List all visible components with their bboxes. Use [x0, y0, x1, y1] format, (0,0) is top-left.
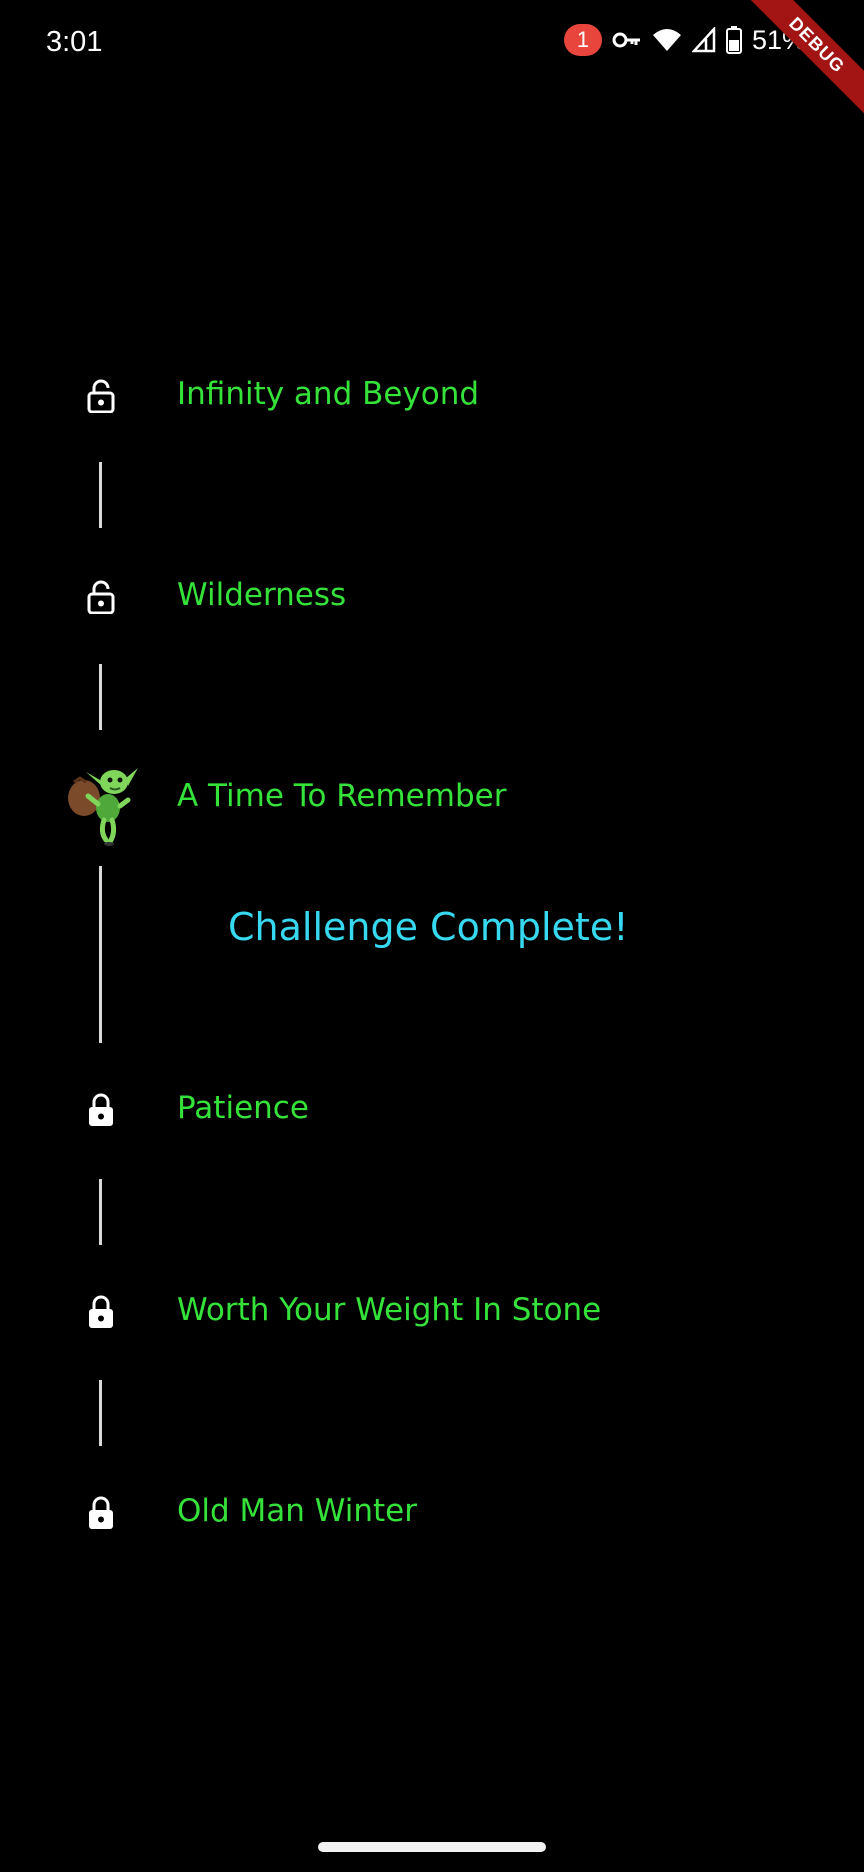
level-connector	[99, 462, 102, 528]
status-time: 3:01	[46, 26, 103, 58]
challenge-complete-message: Challenge Complete!	[228, 905, 629, 949]
level-row[interactable]: Old Man Winter	[0, 1473, 864, 1553]
level-connector	[99, 866, 102, 1043]
level-connector	[99, 1179, 102, 1245]
lock-icon	[82, 1293, 120, 1331]
lock-open-icon	[82, 578, 120, 616]
level-title: Worth Your Weight In Stone	[177, 1292, 602, 1328]
level-connector	[99, 1380, 102, 1446]
level-title: Wilderness	[177, 577, 347, 613]
wifi-icon	[652, 27, 682, 53]
level-row[interactable]: Worth Your Weight In Stone	[0, 1272, 864, 1352]
level-title: Patience	[177, 1090, 309, 1126]
level-connector	[99, 664, 102, 730]
level-row[interactable]: Patience	[0, 1070, 864, 1150]
home-indicator[interactable]	[318, 1842, 546, 1852]
status-icons: 1 51%	[563, 24, 806, 56]
level-title: Old Man Winter	[177, 1493, 417, 1529]
level-title: A Time To Remember	[177, 778, 507, 814]
notification-badge: 1	[563, 24, 602, 56]
lock-icon	[82, 1091, 120, 1129]
lock-open-icon	[82, 377, 120, 415]
level-row[interactable]: A Time To Remember	[0, 758, 864, 838]
level-title: Infinity and Beyond	[177, 376, 480, 412]
status-bar: 3:01 1 51%	[0, 0, 864, 90]
vpn-key-icon	[612, 30, 642, 50]
level-row[interactable]: Infinity and Beyond	[0, 356, 864, 436]
battery-icon	[725, 26, 742, 54]
cell-signal-icon	[691, 27, 716, 53]
level-row[interactable]: Wilderness	[0, 557, 864, 637]
lock-icon	[82, 1494, 120, 1532]
